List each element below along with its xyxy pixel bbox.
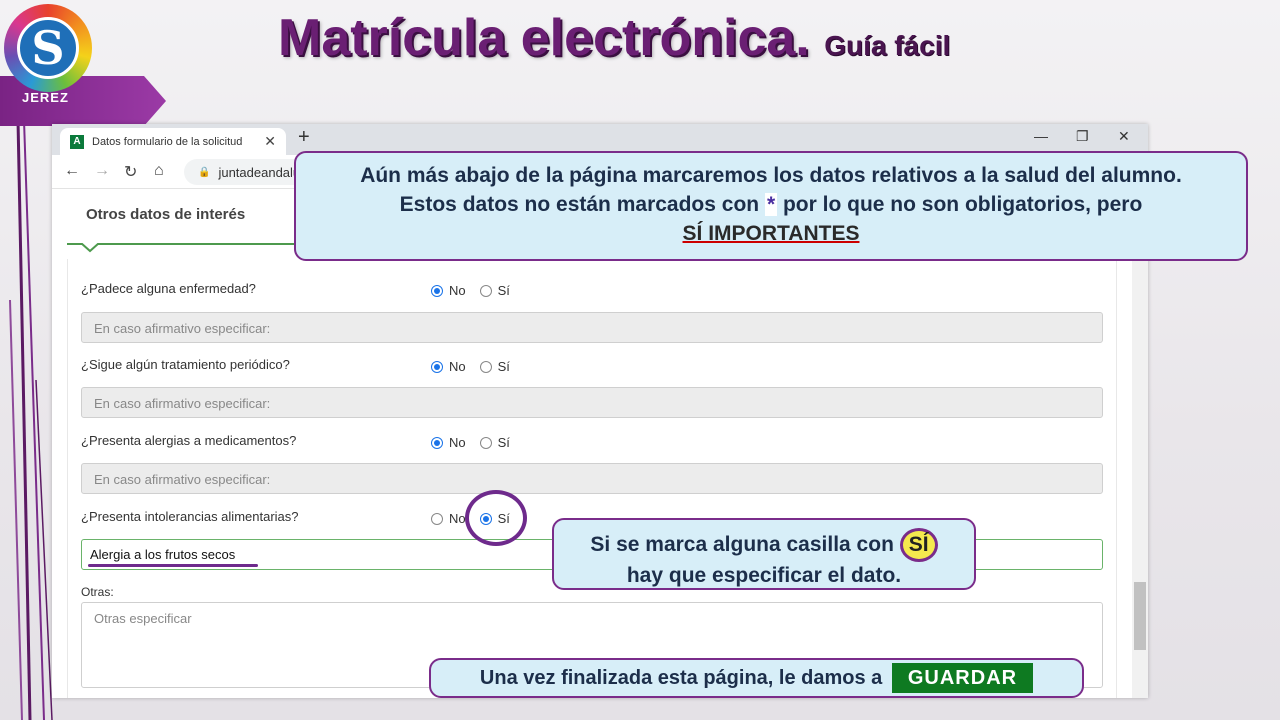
minimize-icon[interactable]: —: [1034, 128, 1048, 144]
logo-letter: S: [17, 17, 79, 79]
radio-no[interactable]: [431, 360, 443, 373]
restore-icon[interactable]: ❐: [1076, 128, 1089, 145]
question-label: ¿Presenta intolerancias alimentarias?: [81, 509, 299, 524]
radio-no[interactable]: [431, 284, 443, 297]
radio-group: No Sí: [431, 435, 524, 450]
window-close-icon[interactable]: ✕: [1118, 128, 1130, 145]
detail-field[interactable]: En caso afirmativo especificar:: [81, 312, 1103, 343]
radio-group: No Sí: [431, 283, 524, 298]
callout-bottom: Una vez finalizada esta página, le damos…: [429, 658, 1084, 698]
question-label: ¿Presenta alergias a medicamentos?: [81, 433, 297, 448]
radio-group: No Sí: [431, 359, 524, 374]
radio-no[interactable]: [431, 436, 443, 449]
logo-caption: JEREZ: [22, 90, 69, 105]
callout-top-line2: Estos datos no están marcados con * por …: [399, 193, 1143, 216]
highlight-ring: [465, 490, 527, 546]
slide-subtitle: Guía fácil: [824, 30, 951, 61]
junta-favicon-icon: A: [70, 134, 84, 149]
close-icon[interactable]: ✕: [264, 133, 276, 150]
chevron-down-icon: [81, 243, 99, 253]
slide-title-main: Matrícula electrónica.: [278, 9, 810, 67]
detail-field[interactable]: En caso afirmativo especificar:: [81, 463, 1103, 494]
guardar-button[interactable]: GUARDAR: [891, 663, 1034, 693]
radio-si[interactable]: [479, 284, 492, 297]
slide-title: Matrícula electrónica. Guía fácil: [278, 8, 950, 68]
back-icon[interactable]: ←: [64, 162, 80, 180]
radio-si[interactable]: [479, 436, 492, 449]
question-label: ¿Padece alguna enfermedad?: [81, 281, 256, 296]
question-label: ¿Sigue algún tratamiento periódico?: [81, 357, 290, 372]
address-text: juntadeandalu: [218, 164, 301, 180]
lock-icon: 🔒: [198, 166, 211, 178]
scrollbar-thumb[interactable]: [1134, 582, 1146, 650]
detail-field[interactable]: En caso afirmativo especificar:: [81, 387, 1103, 418]
callout-middle: Si se marca alguna casilla con SÍ hay qu…: [552, 518, 976, 590]
callout-mid-line1: Si se marca alguna casilla con SÍ: [554, 528, 974, 562]
radio-si[interactable]: [479, 360, 492, 373]
callout-top-line1: Aún más abajo de la página marcaremos lo…: [360, 164, 1182, 187]
browser-tab[interactable]: A Datos formulario de la solicitud ✕: [60, 128, 286, 155]
home-icon[interactable]: ⌂: [154, 162, 164, 180]
si-badge: SÍ: [899, 528, 938, 562]
reload-icon[interactable]: ↻: [124, 162, 137, 182]
tab-title: Datos formulario de la solicitud: [92, 135, 243, 148]
asterisk-mark: *: [764, 193, 778, 216]
radio-no[interactable]: [431, 512, 443, 525]
callout-top-important: SÍ IMPORTANTES: [682, 222, 860, 245]
section-title: Otros datos de interés: [86, 206, 246, 223]
callout-top: Aún más abajo de la página marcaremos lo…: [294, 151, 1248, 261]
plus-icon[interactable]: +: [298, 126, 310, 149]
callout-bottom-text: Una vez finalizada esta página, le damos…: [479, 667, 883, 689]
otras-label: Otras:: [81, 585, 114, 599]
forward-icon[interactable]: →: [94, 162, 110, 180]
form-page: Otros datos de interés ¿Padece alguna en…: [52, 189, 1148, 698]
highlight-underline: [88, 564, 258, 567]
school-logo: S: [4, 4, 92, 92]
callout-mid-line2: hay que especificar el dato.: [626, 564, 902, 587]
